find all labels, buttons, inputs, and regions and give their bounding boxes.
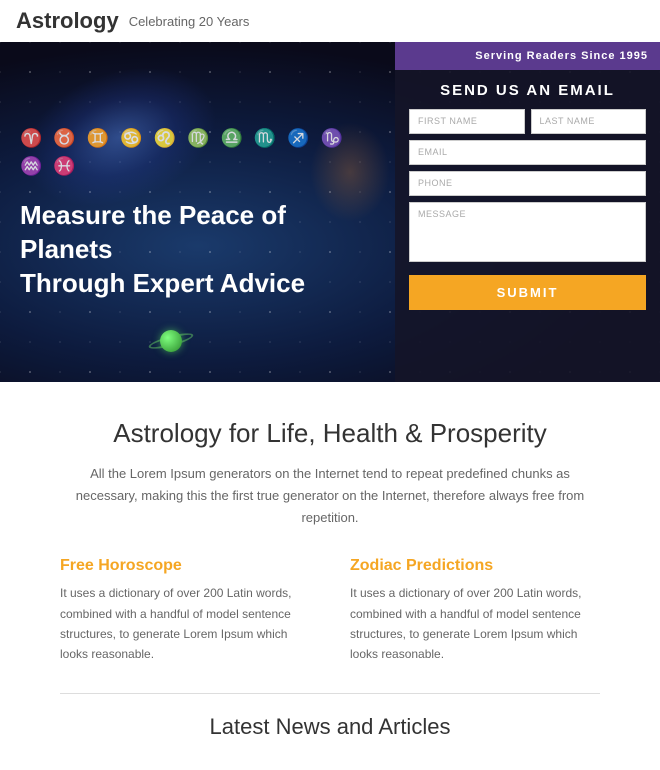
hero-headline: Measure the Peace of Planets Through Exp… [20,199,375,300]
section-divider [60,693,600,694]
contact-sidebar: Serving Readers Since 1995 SEND US AN EM… [395,42,660,382]
planet-decoration [160,330,182,352]
col2-title: Zodiac Predictions [350,557,600,575]
message-textarea[interactable] [409,202,646,262]
zodiac-symbols: ♈ ♉ ♊ ♋ ♌ ♍ ♎ ♏ ♐ ♑ ♒ ♓ [20,124,375,182]
sidebar-banner: Serving Readers Since 1995 [395,42,660,70]
phone-input[interactable] [409,171,646,196]
col-horoscope: Free Horoscope It uses a dictionary of o… [60,557,310,665]
site-logo: Astrology [16,8,119,34]
main-description: All the Lorem Ipsum generators on the In… [70,463,590,529]
last-name-input[interactable] [531,109,647,134]
first-name-input[interactable] [409,109,525,134]
email-input[interactable] [409,140,646,165]
col1-title: Free Horoscope [60,557,310,575]
form-area: SEND US AN EMAIL SUBMIT [395,70,660,382]
phone-row [409,171,646,196]
two-column-section: Free Horoscope It uses a dictionary of o… [60,557,600,665]
form-title: SEND US AN EMAIL [409,82,646,99]
main-content: Astrology for Life, Health & Prosperity … [0,382,660,770]
col-zodiac: Zodiac Predictions It uses a dictionary … [350,557,600,665]
submit-button[interactable]: SUBMIT [409,275,646,310]
main-section-title: Astrology for Life, Health & Prosperity [60,418,600,449]
hero-content: ♈ ♉ ♊ ♋ ♌ ♍ ♎ ♏ ♐ ♑ ♒ ♓ Measure the Peac… [0,42,395,382]
latest-news-title: Latest News and Articles [60,714,600,750]
site-tagline: Celebrating 20 Years [129,14,250,29]
name-row [409,109,646,134]
site-header: Astrology Celebrating 20 Years [0,0,660,42]
col2-text: It uses a dictionary of over 200 Latin w… [350,583,600,665]
email-row [409,140,646,165]
col1-text: It uses a dictionary of over 200 Latin w… [60,583,310,665]
hero-section: ♈ ♉ ♊ ♋ ♌ ♍ ♎ ♏ ♐ ♑ ♒ ♓ Measure the Peac… [0,42,660,382]
